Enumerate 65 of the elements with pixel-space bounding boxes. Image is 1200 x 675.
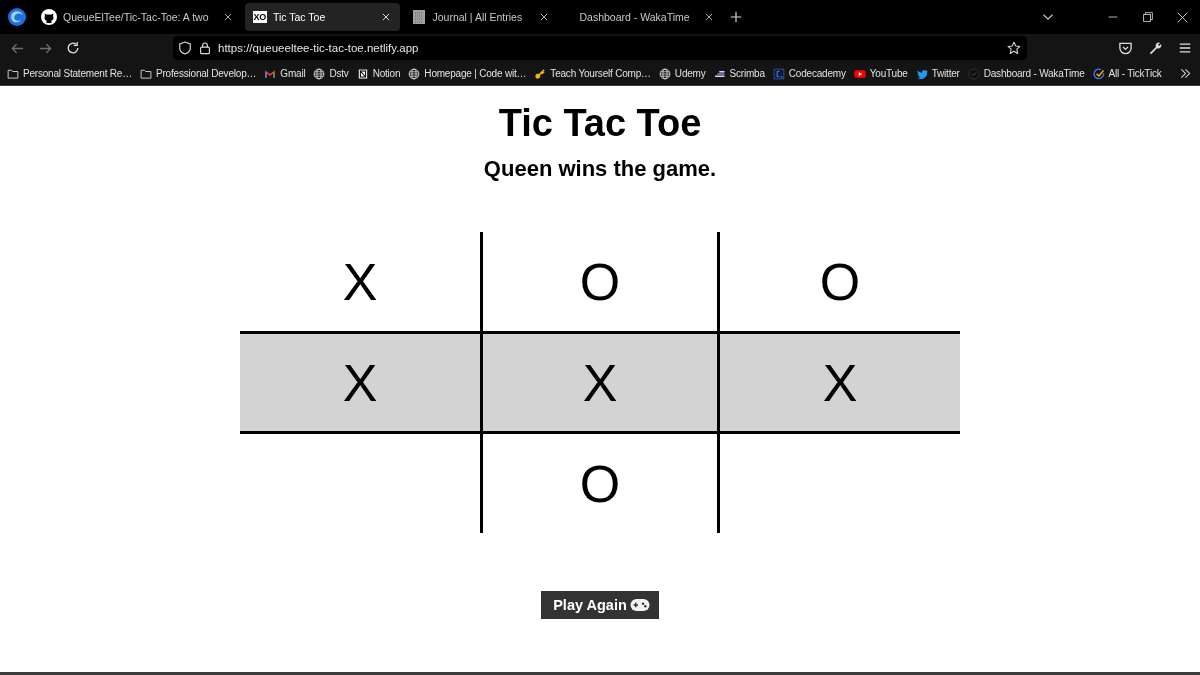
bookmark-item[interactable]: YouTube — [850, 63, 911, 84]
address-field[interactable]: https://queueeltee-tic-tac-toe.netlify.app — [173, 36, 1027, 60]
globe-icon — [408, 67, 421, 80]
board-cell[interactable]: O — [720, 232, 960, 331]
new-tab-icon[interactable] — [729, 11, 742, 23]
board-cell[interactable]: X — [720, 334, 960, 431]
tab-title: Dashboard - WakaTime — [579, 11, 691, 23]
browser-tab[interactable]: Dashboard - WakaTime — [560, 3, 723, 31]
bookmark-item[interactable]: Udemy — [655, 63, 709, 84]
menu-icon[interactable] — [1178, 40, 1192, 55]
bookmark-item[interactable]: Personal Statement Re… — [4, 63, 135, 84]
board-cell[interactable]: X — [240, 232, 480, 331]
bookmark-item[interactable]: Teach Yourself Comp… — [531, 63, 654, 84]
wrench-icon[interactable] — [1147, 40, 1163, 56]
bookmark-item[interactable]: Dstv — [310, 63, 352, 84]
bookmark-item[interactable]: Twitter — [912, 63, 963, 84]
bookmark-item[interactable]: All - TickTick — [1089, 63, 1165, 84]
gamepad-icon — [629, 598, 650, 612]
tab-favicon: XO — [252, 11, 267, 23]
square-logo-icon — [356, 67, 369, 80]
bookmark-item[interactable]: Dashboard - WakaTime — [964, 63, 1088, 84]
close-icon[interactable] — [1177, 11, 1188, 23]
shield-icon[interactable] — [178, 41, 192, 55]
pocket-icon[interactable] — [1117, 40, 1133, 56]
url-text: https://queueeltee-tic-tac-toe.netlify.app — [218, 42, 419, 54]
reload-icon[interactable] — [66, 41, 80, 55]
bookmark-item[interactable]: Notion — [353, 63, 404, 84]
bookmark-item[interactable]: Scrimba — [710, 63, 768, 84]
bird-icon — [915, 67, 928, 80]
tab-title: Tic Tac Toe — [272, 11, 327, 23]
bookmark-item[interactable]: Gmail — [261, 63, 309, 84]
close-icon[interactable] — [538, 12, 549, 22]
board-cell[interactable]: X — [480, 334, 720, 431]
close-icon[interactable] — [222, 12, 233, 22]
circle-logo-icon — [967, 67, 980, 80]
bookmark-item[interactable]: Professional Develop… — [137, 63, 260, 84]
bracket-square-icon — [772, 67, 785, 80]
browser-tab[interactable]: XO Tic Tac Toe — [244, 3, 400, 31]
game-status: Queen wins the game. — [483, 155, 717, 183]
bookmark-item[interactable]: Codecademy — [769, 63, 849, 84]
cat-silhouette-icon — [41, 9, 57, 25]
key-icon — [534, 67, 547, 80]
lock-icon — [198, 41, 212, 55]
bookmark-item[interactable]: Homepage | Code wit… — [405, 63, 530, 84]
tab-title: Journal | All Entries — [432, 11, 524, 23]
chevron-double-icon[interactable] — [1180, 68, 1191, 79]
close-icon[interactable] — [703, 12, 714, 22]
mail-icon — [264, 67, 277, 80]
notebook-icon — [410, 9, 427, 25]
browser-tab[interactable]: Journal | All Entries — [402, 3, 558, 31]
globe-icon — [313, 67, 326, 80]
restore-icon[interactable] — [1142, 12, 1153, 22]
play-again-button[interactable]: Play Again — [541, 591, 659, 619]
browser-tab[interactable]: QueueElTee/Tic-Tac-Toe: A two — [33, 3, 242, 31]
page-title: Tic Tac Toe — [498, 101, 702, 146]
check-circle-icon — [1092, 67, 1105, 80]
star-icon[interactable] — [1007, 41, 1021, 55]
browser-logo-icon — [7, 8, 26, 26]
folder-icon — [140, 67, 152, 80]
folder-icon — [7, 67, 19, 80]
board-cell[interactable]: X — [240, 334, 480, 431]
video-play-icon — [853, 67, 866, 80]
tab-title: QueueElTee/Tic-Tac-Toe: A two — [63, 11, 210, 23]
globe-icon — [658, 67, 671, 80]
board-cell[interactable]: O — [480, 434, 720, 533]
